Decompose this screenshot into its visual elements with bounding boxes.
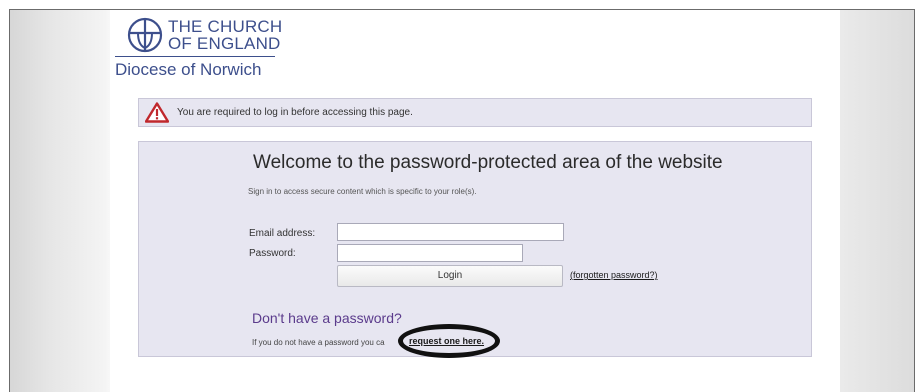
password-label: Password: <box>249 248 296 259</box>
highlight-circle <box>398 324 500 358</box>
login-required-alert: You are required to log in before access… <box>138 98 812 127</box>
cross-circle-icon <box>127 17 163 53</box>
password-field[interactable] <box>337 244 523 262</box>
logo-text-line2: OF ENGLAND <box>168 34 281 53</box>
login-subtitle: Sign in to access secure content which i… <box>248 187 477 196</box>
logo-divider <box>115 56 275 57</box>
no-password-heading: Don't have a password? <box>252 310 402 326</box>
login-button[interactable]: Login <box>337 265 563 287</box>
warning-triangle-icon <box>145 102 169 123</box>
page-title: Welcome to the password-protected area o… <box>253 152 723 173</box>
church-of-england-logo[interactable]: THE CHURCH OF ENGLAND Diocese of Norwich <box>115 17 315 79</box>
email-label: Email address: <box>249 228 316 239</box>
diocese-name: Diocese of Norwich <box>115 60 262 79</box>
login-panel: Welcome to the password-protected area o… <box>138 141 812 357</box>
alert-message: You are required to log in before access… <box>177 107 413 118</box>
no-password-text: If you do not have a password you ca <box>252 338 385 347</box>
email-field[interactable] <box>337 223 564 241</box>
forgotten-password-link[interactable]: (forgotten password?) <box>570 270 658 280</box>
